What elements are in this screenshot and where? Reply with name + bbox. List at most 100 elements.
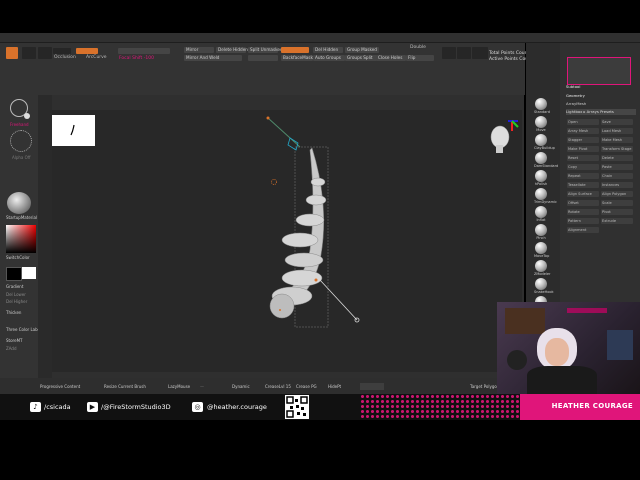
array-mesh-option[interactable]: Paste bbox=[601, 164, 633, 170]
zadd-toggle[interactable] bbox=[76, 48, 98, 54]
array-mesh-option[interactable]: Save bbox=[601, 119, 633, 125]
document-canvas[interactable] bbox=[52, 110, 522, 372]
arccurve-label[interactable]: ArcCurve bbox=[86, 55, 107, 61]
thicken-label[interactable]: Thicken bbox=[6, 310, 21, 315]
crease-pg-button[interactable]: Crease PG bbox=[296, 384, 317, 390]
del-hidden-button[interactable]: Del Hidden bbox=[313, 47, 343, 53]
color-picker[interactable] bbox=[6, 225, 36, 253]
brush-tool-claybuildup[interactable]: ClayBuildup bbox=[534, 134, 555, 150]
crease-level-slider[interactable]: CreaseLvl 15 bbox=[265, 384, 291, 390]
array-mesh-option[interactable]: Open bbox=[567, 119, 599, 125]
array-mesh-option[interactable]: Align Polygon bbox=[601, 191, 633, 197]
alpha-label[interactable]: Alpha Off bbox=[12, 155, 31, 160]
array-mesh-option[interactable]: Scale bbox=[601, 200, 633, 206]
array-mesh-option[interactable]: Rotate bbox=[567, 209, 599, 215]
intensity-slider[interactable] bbox=[118, 48, 170, 54]
split-unmasked-button[interactable]: Split Unmasked bbox=[248, 47, 283, 53]
dynamic-button[interactable]: Dynamic bbox=[232, 384, 250, 390]
array-mesh-option[interactable]: Stagger bbox=[567, 137, 599, 143]
hide-pt-button[interactable]: HidePt bbox=[328, 384, 341, 390]
dynamesh-icon[interactable] bbox=[457, 47, 471, 59]
array-mesh-option[interactable]: Align Surface bbox=[567, 191, 599, 197]
brush-tool-trimdynamic[interactable]: TrimDynamic bbox=[534, 188, 557, 204]
mirror-weld-button[interactable]: Mirror And Weld bbox=[184, 55, 242, 61]
array-mesh-option[interactable]: Repeat bbox=[567, 173, 599, 179]
main-color-swatch[interactable] bbox=[6, 267, 22, 281]
brush-tool-move[interactable]: Move bbox=[534, 116, 548, 132]
close-holes-label: Close Holes bbox=[378, 55, 403, 60]
brush-tool-label: Standard bbox=[534, 110, 550, 114]
close-holes-button[interactable]: Close Holes bbox=[376, 55, 406, 61]
polyframe-toggle[interactable] bbox=[281, 47, 309, 53]
brush-tool-movetop[interactable]: MoveTop bbox=[534, 242, 549, 258]
brush-tool-snakehook[interactable]: SnakeHook bbox=[534, 278, 554, 294]
delete-hidden-button[interactable]: Delete Hidden bbox=[216, 47, 248, 53]
focal-shift-slider[interactable]: Focal Shift -100 bbox=[119, 56, 154, 62]
lazy-mouse-button[interactable]: LazyMouse bbox=[168, 384, 190, 390]
brush-tool-hpolish[interactable]: hPolish bbox=[534, 170, 548, 186]
lightbox-arrays-presets[interactable]: Lightbox ▸ Arrays Presets bbox=[566, 109, 636, 115]
geometry-header[interactable]: Geometry bbox=[566, 93, 636, 99]
zadd-label[interactable]: ZAdd bbox=[6, 346, 16, 351]
brush-icon[interactable] bbox=[472, 47, 488, 59]
array-mesh-option[interactable]: Pattern bbox=[567, 218, 599, 224]
array-mesh-option[interactable]: Tessellate bbox=[567, 182, 599, 188]
move-mode-button[interactable] bbox=[38, 47, 52, 59]
array-mesh-option[interactable]: Copy bbox=[567, 164, 599, 170]
subtool-header[interactable]: Subtool bbox=[566, 84, 636, 90]
auto-groups-button[interactable]: Auto Groups bbox=[313, 55, 345, 61]
array-mesh-option[interactable]: Delete bbox=[601, 155, 633, 161]
array-mesh-option[interactable]: Pivot bbox=[601, 209, 633, 215]
groups-split-button[interactable]: Groups Split bbox=[345, 55, 377, 61]
switch-color-label[interactable]: SwitchColor bbox=[6, 255, 30, 260]
array-mesh-option[interactable]: Reset bbox=[567, 155, 599, 161]
double-label[interactable]: Double bbox=[410, 45, 426, 51]
group-masked-button[interactable]: Group Masked bbox=[345, 47, 379, 53]
array-mesh-option[interactable]: Instances bbox=[601, 182, 633, 188]
backface-mask-button[interactable]: BackfaceMask bbox=[281, 55, 313, 61]
navigation-head-gizmo[interactable] bbox=[482, 115, 522, 157]
array-mesh-option[interactable]: Make Pivot bbox=[567, 146, 599, 152]
material-sphere-icon[interactable] bbox=[7, 192, 31, 214]
dynamic-disabled-button[interactable]: — bbox=[200, 384, 204, 390]
flip-button[interactable]: Flip bbox=[406, 55, 434, 61]
brush-tool-inflat[interactable]: Inflat bbox=[534, 206, 548, 222]
secondary-color-swatch[interactable] bbox=[22, 267, 36, 279]
occlusion-label[interactable]: Occlusion bbox=[54, 55, 76, 61]
three-colors-label[interactable]: Three Color Label bbox=[6, 327, 41, 332]
del-higher-label[interactable]: Del Higher bbox=[6, 299, 27, 304]
stroke-dots-icon[interactable] bbox=[10, 130, 32, 152]
edit-mode-button[interactable] bbox=[22, 47, 36, 59]
array-mesh-option[interactable]: Transform Stage bbox=[601, 146, 633, 152]
brush-tool-zmodeler[interactable]: ZModeler bbox=[534, 260, 551, 276]
progressive-content-button[interactable]: Progressive Content bbox=[40, 384, 80, 390]
brush-tool-pinch[interactable]: Pinch bbox=[534, 224, 548, 240]
array-mesh-option[interactable]: Load Mesh bbox=[601, 128, 633, 134]
array-mesh-option[interactable]: Array Mesh bbox=[567, 128, 599, 134]
array-mesh-option[interactable]: Extrude bbox=[601, 218, 633, 224]
person-shirt bbox=[527, 366, 597, 394]
resize-brush-button[interactable]: Resize Current Brush bbox=[104, 384, 146, 390]
horn-sculpt[interactable] bbox=[52, 110, 522, 372]
mirror-button[interactable]: Mirror bbox=[184, 47, 214, 53]
brush-tool-label: ZModeler bbox=[534, 272, 551, 276]
brush-tool-damstandard[interactable]: DamStandard bbox=[534, 152, 558, 168]
delete-loose-button[interactable] bbox=[248, 55, 278, 61]
del-lower-label[interactable]: Del Lower bbox=[6, 292, 26, 297]
store-mt-label[interactable]: StoreMT bbox=[6, 338, 22, 343]
array-mesh-header[interactable]: ArrayMesh bbox=[566, 101, 636, 107]
draw-mode-button[interactable] bbox=[6, 47, 18, 59]
polypaint-icon[interactable] bbox=[442, 47, 456, 59]
brush-tool-standard[interactable]: Standard bbox=[534, 98, 550, 114]
array-mesh-option[interactable]: Offset bbox=[567, 200, 599, 206]
gradient-label[interactable]: Gradient bbox=[6, 284, 23, 289]
subtool-thumbnail[interactable] bbox=[567, 57, 631, 85]
backface-mask-label: BackfaceMask bbox=[283, 55, 313, 60]
array-mesh-option[interactable]: Chain bbox=[601, 173, 633, 179]
brush-size-dot bbox=[24, 113, 30, 119]
empty-slider[interactable] bbox=[360, 383, 384, 390]
array-mesh-option[interactable]: Alignment bbox=[567, 227, 599, 233]
array-mesh-option[interactable]: Make Mesh bbox=[601, 137, 633, 143]
mrgb-button[interactable] bbox=[53, 48, 71, 54]
stroke-label[interactable]: Freehand bbox=[10, 122, 29, 127]
